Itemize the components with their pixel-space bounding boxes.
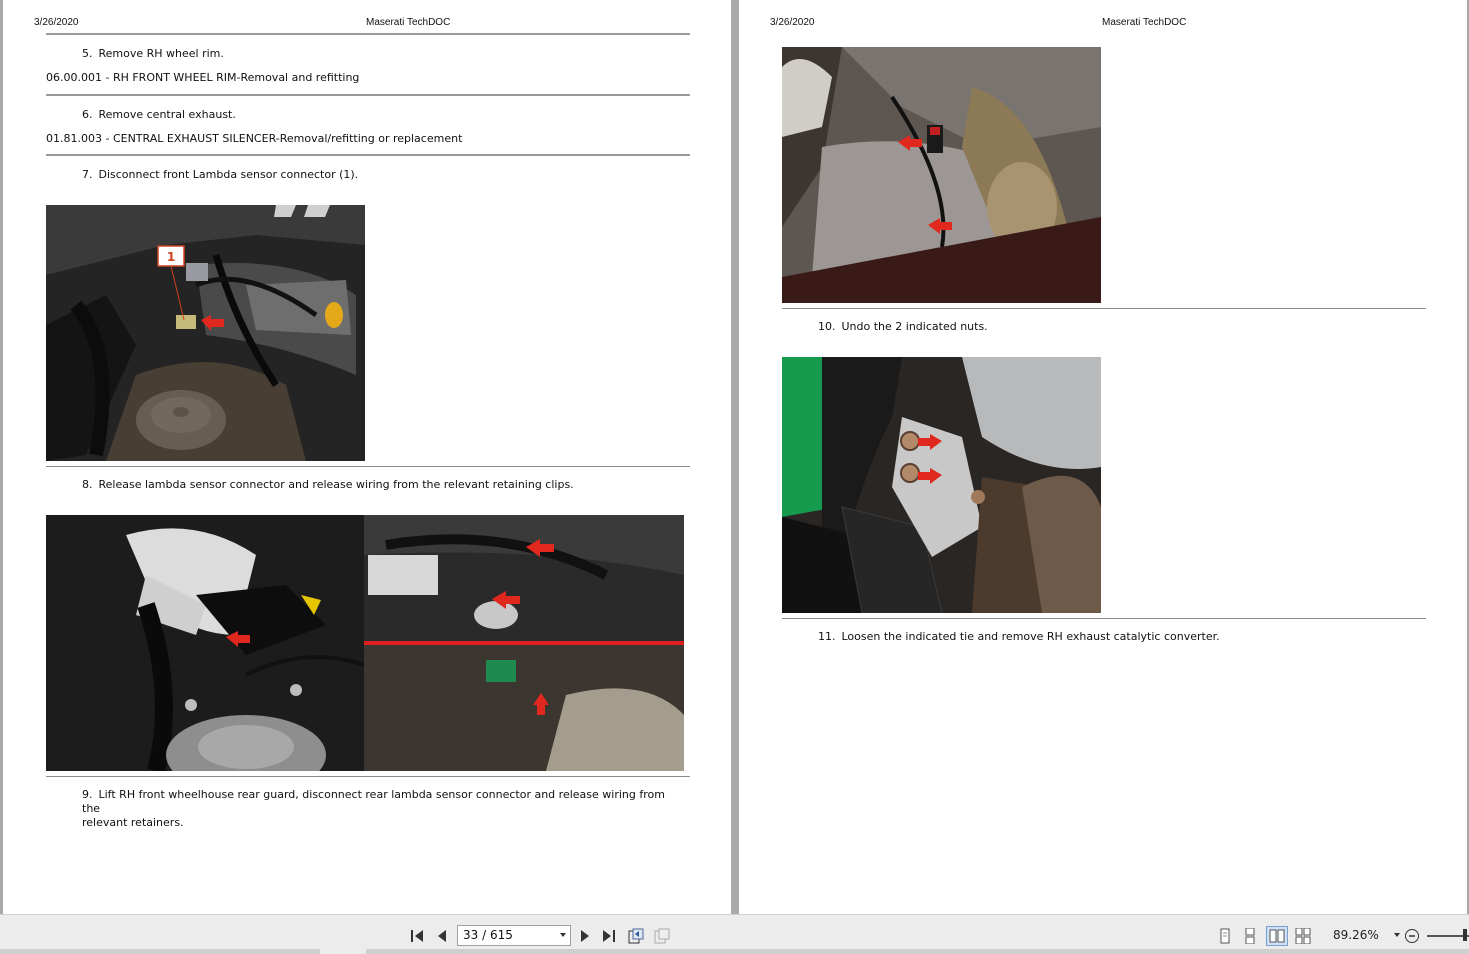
step-text: Loosen the indicated tie and remove RH e… bbox=[841, 630, 1220, 643]
step-11: 11. Loosen the indicated tie and remove R… bbox=[818, 630, 1220, 644]
next-page-icon[interactable] bbox=[575, 926, 595, 946]
step-text: Undo the 2 indicated nuts. bbox=[841, 320, 988, 333]
step-number: 5. bbox=[82, 47, 93, 60]
section-rule bbox=[46, 94, 690, 96]
first-page-icon[interactable] bbox=[407, 926, 427, 946]
lambda-connector-photo bbox=[46, 515, 684, 771]
facing-pages-icon[interactable] bbox=[1266, 926, 1288, 946]
step-10: 10. Undo the 2 indicated nuts. bbox=[818, 320, 988, 334]
section-rule bbox=[782, 308, 1426, 309]
page-header-title: Maserati TechDOC bbox=[1102, 17, 1187, 28]
procedure-reference-link[interactable]: 01.81.003 - CENTRAL EXHAUST SILENCER-Rem… bbox=[46, 132, 462, 145]
zoom-out-icon[interactable] bbox=[1402, 926, 1422, 946]
previous-view-icon[interactable] bbox=[626, 926, 646, 946]
section-rule bbox=[782, 618, 1426, 619]
step-number: 8. bbox=[82, 478, 93, 491]
last-page-icon[interactable] bbox=[599, 926, 619, 946]
step-text: Remove central exhaust. bbox=[98, 108, 236, 121]
step-number: 6. bbox=[82, 108, 93, 121]
horizontal-scrollbar[interactable] bbox=[0, 949, 320, 954]
step-number: 11. bbox=[818, 630, 836, 643]
horizontal-scrollbar-track[interactable] bbox=[366, 949, 1469, 954]
page-number-input[interactable]: 33 / 615 bbox=[457, 925, 571, 946]
step-9: 9. Lift RH front wheelhouse rear guard, d… bbox=[82, 788, 682, 830]
document-page-left: 3/26/2020 Maserati TechDOC 5. Remove RH w… bbox=[3, 0, 731, 914]
step-6: 6. Remove central exhaust. bbox=[82, 108, 236, 122]
section-rule bbox=[46, 466, 690, 467]
single-page-icon[interactable] bbox=[1215, 926, 1235, 946]
document-page-right: 3/26/2020 Maserati TechDOC 10. Undo the 2… bbox=[739, 0, 1467, 914]
page-date: 3/26/2020 bbox=[34, 17, 79, 28]
next-view-icon[interactable] bbox=[652, 926, 672, 946]
bracket-nuts-photo bbox=[782, 357, 1101, 613]
step-text-continued: relevant retainers. bbox=[82, 816, 184, 829]
callout-number: 1 bbox=[167, 250, 175, 264]
header-rule bbox=[46, 33, 690, 35]
step-number: 7. bbox=[82, 168, 93, 181]
step-7: 7. Disconnect front Lambda sensor connect… bbox=[82, 168, 358, 182]
page-header-title: Maserati TechDOC bbox=[366, 17, 451, 28]
underbody-wiring-photo bbox=[782, 47, 1101, 303]
step-number: 10. bbox=[818, 320, 836, 333]
prev-page-icon[interactable] bbox=[432, 926, 452, 946]
zoom-level[interactable]: 89.26% bbox=[1333, 928, 1379, 942]
step-text: Lift RH front wheelhouse rear guard, dis… bbox=[82, 788, 665, 815]
engine-bay-photo: 1 bbox=[46, 205, 365, 461]
step-8: 8. Release lambda sensor connector and re… bbox=[82, 478, 574, 492]
chevron-down-icon[interactable] bbox=[560, 933, 566, 937]
step-text: Release lambda sensor connector and rele… bbox=[98, 478, 574, 491]
zoom-dropdown-icon[interactable] bbox=[1394, 933, 1400, 937]
continuous-facing-icon[interactable] bbox=[1293, 926, 1313, 946]
viewer-toolbar: 33 / 615 89.26% bbox=[0, 914, 1469, 954]
section-rule bbox=[46, 154, 690, 156]
zoom-slider-thumb[interactable] bbox=[1463, 929, 1467, 941]
section-rule bbox=[46, 776, 690, 777]
continuous-page-icon[interactable] bbox=[1240, 926, 1260, 946]
page-indicator: 33 / 615 bbox=[463, 928, 513, 942]
page-date: 3/26/2020 bbox=[770, 17, 815, 28]
step-text: Disconnect front Lambda sensor connector… bbox=[98, 168, 359, 181]
step-number: 9. bbox=[82, 788, 93, 801]
step-text: Remove RH wheel rim. bbox=[98, 47, 224, 60]
step-5: 5. Remove RH wheel rim. bbox=[82, 47, 224, 61]
procedure-reference-link[interactable]: 06.00.001 - RH FRONT WHEEL RIM-Removal a… bbox=[46, 71, 359, 84]
